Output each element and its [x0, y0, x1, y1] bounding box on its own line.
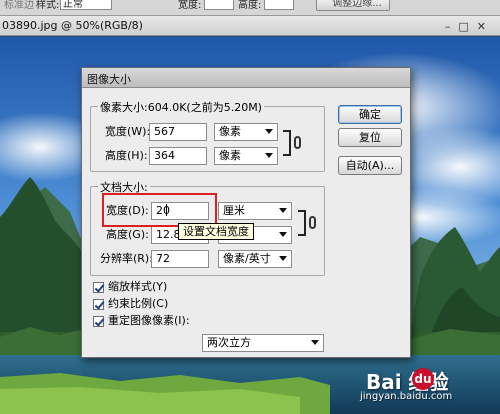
auto-button[interactable]: 自动(A)...: [338, 156, 402, 175]
resample-method-value: 两次立方: [207, 336, 251, 349]
resolution-unit-select[interactable]: 像素/英寸: [218, 250, 292, 268]
window-controls[interactable]: –□✕: [445, 20, 494, 33]
width-input[interactable]: [204, 0, 234, 10]
constrain-proportions-checkbox[interactable]: [93, 299, 104, 310]
style-select[interactable]: 正常: [60, 0, 112, 10]
dialog-title: 图像大小: [87, 73, 131, 86]
style-label: 样式:: [36, 0, 60, 11]
text-caret: [166, 204, 167, 216]
options-bar-left-text: 标准边: [4, 0, 34, 11]
style-value: 正常: [63, 0, 83, 10]
tooltip: 设置文档宽度: [178, 223, 254, 240]
resolution-label: 分辨率(R):: [100, 252, 153, 265]
scale-styles-label: 缩放样式(Y): [108, 280, 168, 293]
chevron-down-icon: [279, 256, 287, 261]
doc-link-bracket: [298, 210, 306, 236]
baidu-paw-icon: du: [412, 368, 434, 390]
chain-link-icon: [294, 136, 301, 149]
pixel-height-unit-select[interactable]: 像素: [214, 147, 278, 165]
chevron-down-icon: [265, 129, 273, 134]
height-input[interactable]: [264, 0, 294, 10]
red-highlight-box: [102, 193, 217, 227]
resample-method-select[interactable]: 两次立方: [202, 334, 324, 352]
doc-height-label: 高度(G):: [106, 228, 149, 241]
pixel-height-label: 高度(H):: [105, 149, 148, 162]
resample-image-checkbox[interactable]: [93, 316, 104, 327]
document-title: 03890.jpg @ 50%(RGB/8): [2, 19, 143, 32]
resample-image-label: 重定图像像素(I):: [108, 314, 190, 327]
doc-width-unit: 厘米: [223, 204, 245, 217]
resolution-input[interactable]: 72: [151, 250, 209, 268]
options-bar: 标准边 样式: 正常 宽度: 高度: 调整边缘...: [0, 0, 500, 16]
chevron-down-icon: [311, 340, 319, 345]
height-label: 高度:: [238, 0, 262, 11]
constrain-proportions-label: 约束比例(C): [108, 297, 169, 310]
doc-width-unit-select[interactable]: 厘米: [218, 202, 292, 220]
pixel-width-unit-select[interactable]: 像素: [214, 123, 278, 141]
dialog-titlebar[interactable]: 图像大小: [82, 68, 410, 88]
reset-button[interactable]: 复位: [338, 128, 402, 147]
pixel-width-input[interactable]: 567: [149, 123, 207, 141]
chevron-down-icon: [279, 208, 287, 213]
scale-styles-checkbox[interactable]: [93, 282, 104, 293]
pixel-width-label: 宽度(W):: [105, 125, 151, 138]
width-label: 宽度:: [178, 0, 202, 11]
document-tab[interactable]: 03890.jpg @ 50%(RGB/8) –□✕: [0, 16, 500, 36]
chain-link-icon: [309, 216, 316, 229]
refine-edge-button[interactable]: 调整边缘...: [316, 0, 390, 11]
chevron-down-icon: [279, 232, 287, 237]
ok-button[interactable]: 确定: [338, 105, 402, 124]
pixel-width-unit: 像素: [219, 125, 241, 138]
pixel-link-bracket: [283, 130, 291, 156]
pixel-dimensions-legend: 像素大小:604.0K(之前为5.20M): [98, 99, 264, 115]
baidu-watermark: Bai 经验 du jingyan.baidu.com: [336, 366, 486, 406]
pixel-height-unit: 像素: [219, 149, 241, 162]
watermark-url: jingyan.baidu.com: [360, 391, 453, 402]
resolution-unit: 像素/英寸: [223, 252, 271, 265]
pixel-height-input[interactable]: 364: [149, 147, 207, 165]
chevron-down-icon: [265, 153, 273, 158]
